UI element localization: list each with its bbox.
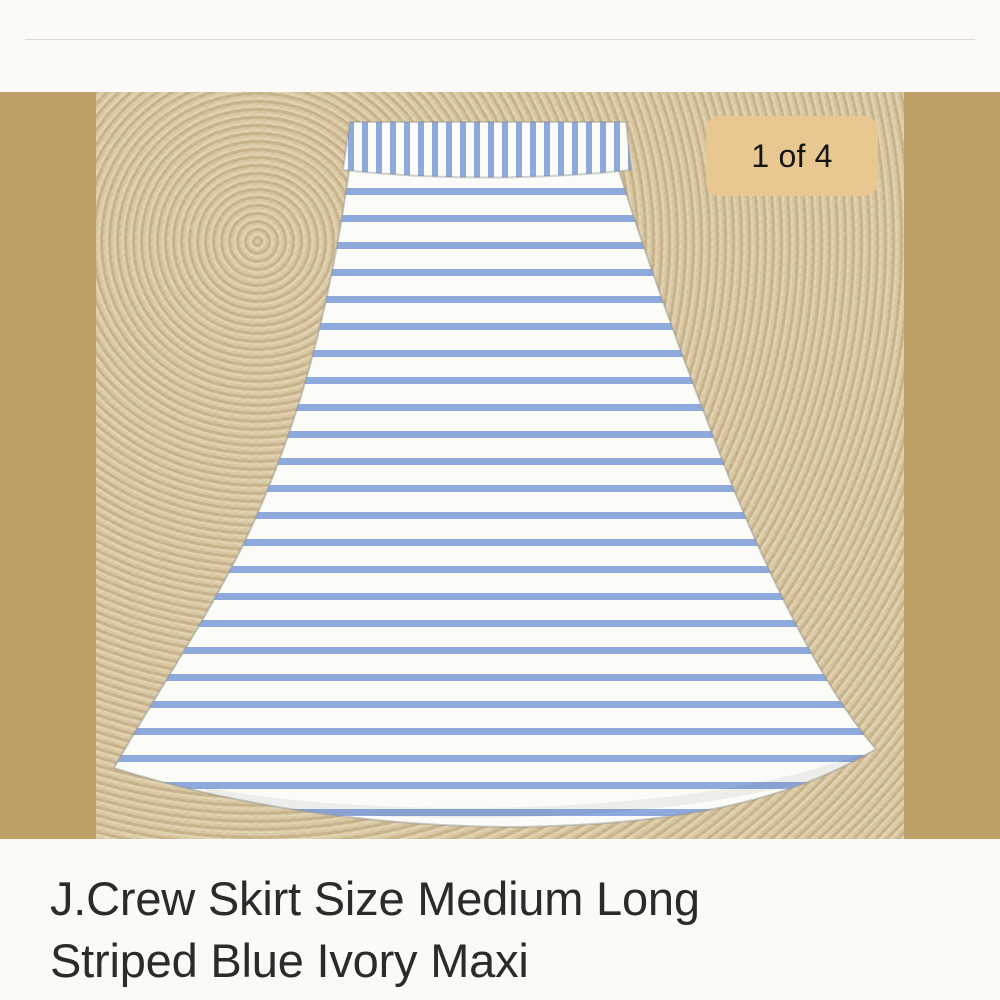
striped-skirt-image (112, 121, 878, 829)
image-counter-badge: 1 of 4 (706, 116, 878, 196)
image-gallery[interactable]: 1 of 4 (0, 92, 1000, 839)
top-divider (25, 39, 975, 40)
product-title-line-1: J.Crew Skirt Size Medium Long (50, 872, 700, 925)
product-page: 1 of 4 J.Crew Skirt Size Medium Long Str… (0, 0, 1000, 1000)
product-title-line-2: Striped Blue Ivory Maxi (50, 934, 529, 987)
product-title: J.Crew Skirt Size Medium Long Striped Bl… (50, 868, 960, 992)
product-photo[interactable]: 1 of 4 (96, 92, 904, 839)
